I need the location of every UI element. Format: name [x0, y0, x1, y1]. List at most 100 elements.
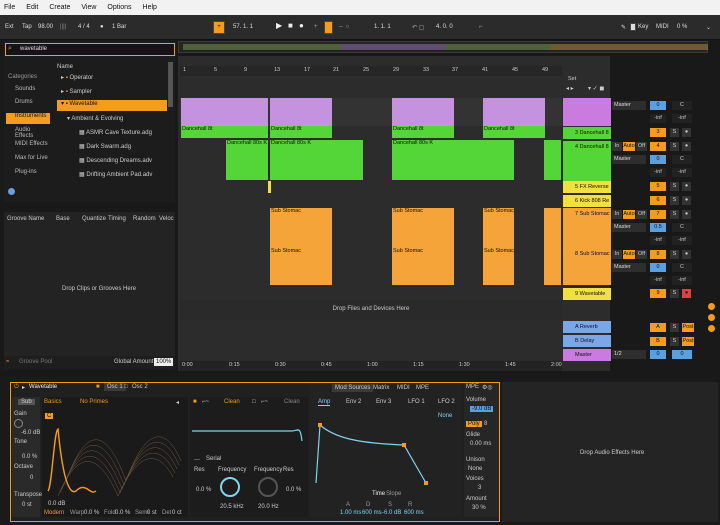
amount-value[interactable]: 30 % [472, 505, 486, 511]
attack-value[interactable]: 1.00 ms [340, 510, 361, 516]
clip-sub-stomac[interactable] [544, 208, 561, 248]
track-header-4[interactable]: 4 Dancehall 8 [563, 141, 611, 181]
session-record-icon[interactable]: ⇔ ○ [338, 24, 349, 30]
cue-volume[interactable]: 0 [672, 350, 692, 359]
tab-midi[interactable]: MIDI [397, 385, 410, 391]
volume-field[interactable]: 0 [650, 155, 666, 164]
post-button[interactable]: Post [682, 337, 694, 346]
sustain-value[interactable]: -6.0 dB [382, 510, 401, 516]
track-activator[interactable]: 7 [650, 210, 666, 219]
clip-dancehall[interactable]: Dancehall 8t [270, 126, 332, 138]
punch-icon[interactable]: ⌐ [479, 24, 483, 30]
arrangement-position-icon[interactable]: + [213, 21, 225, 34]
clip-sub-stomac[interactable]: Sub Stomac [270, 208, 332, 248]
show-io-icon[interactable] [708, 303, 715, 310]
track-header-b-delay[interactable]: B Delay [563, 335, 611, 347]
arm-button[interactable]: ● [682, 128, 691, 137]
transpose-value[interactable]: 0 st [22, 502, 32, 508]
glide-value[interactable]: 0.00 ms [470, 441, 491, 447]
time-signature[interactable]: 4 / 4 [78, 24, 90, 30]
pan-knob[interactable]: C [672, 101, 692, 110]
volume-field[interactable]: -inf [650, 114, 666, 123]
menu-options[interactable]: Options [107, 4, 131, 11]
monitor-auto[interactable]: Auto [623, 142, 635, 151]
pan-knob[interactable]: C [672, 155, 692, 164]
list-item[interactable]: ▦ ASMR Cave Texture.adg [79, 129, 152, 140]
track-activator[interactable]: 6 [650, 196, 666, 205]
clip-sub-stomac[interactable]: Sub Stomac [483, 248, 514, 285]
menu-create[interactable]: Create [49, 4, 70, 11]
show-sends-icon[interactable] [708, 314, 715, 321]
clip-midi[interactable] [392, 98, 454, 126]
solo-button[interactable]: S [670, 142, 679, 151]
track-header-5[interactable]: 5 FX Reverse [563, 181, 611, 193]
clip-dancehall-80s[interactable]: Dancehall 80s K [270, 140, 363, 180]
track-activator[interactable]: 5 [650, 182, 666, 191]
tap-button[interactable]: Tap [22, 24, 32, 30]
list-item[interactable]: ▸ ▪ Operator [61, 74, 93, 85]
arm-button[interactable]: ● [682, 289, 691, 298]
track-number[interactable]: 0 [650, 101, 666, 110]
mpe-toggle[interactable]: MPE [466, 384, 479, 390]
loop-start-field[interactable]: 1. 1. 1 [374, 24, 391, 30]
track-activator[interactable]: 3 [650, 128, 666, 137]
output-select[interactable]: Master [612, 263, 646, 272]
solo-button[interactable]: S [670, 337, 679, 346]
monitor-off[interactable]: Off [636, 250, 647, 259]
device-expand-icon[interactable]: ▸ [22, 384, 25, 391]
tab-amp[interactable]: Amp [318, 399, 331, 406]
clip-midi[interactable] [483, 98, 545, 126]
category-midi-effects[interactable]: MIDI Effects [6, 141, 50, 152]
warp-mode[interactable]: Modern [44, 510, 64, 516]
track-activator[interactable]: 9 [650, 289, 666, 298]
menu-file[interactable]: File [4, 4, 15, 11]
wavetable-category[interactable]: Basics [44, 399, 62, 405]
clip-dancehall-80s[interactable]: Dancehall 80s K [392, 140, 514, 180]
solo-button[interactable]: S [670, 323, 679, 332]
send-field[interactable]: -inf [672, 236, 692, 245]
groove-drop-zone[interactable]: Drop Clips or Grooves Here [62, 286, 136, 292]
fold-value[interactable]: 0.0 % [115, 510, 130, 516]
freq2-knob[interactable] [258, 477, 278, 497]
post-button[interactable]: Post [682, 323, 694, 332]
gain-knob[interactable] [14, 419, 23, 428]
volume-field[interactable]: -inf [650, 168, 666, 177]
solo-button[interactable]: S [670, 210, 679, 219]
play-button[interactable]: ▶ [276, 21, 282, 30]
track-header-3[interactable]: 3 Dancehall 8 [563, 127, 611, 139]
global-amount-field[interactable]: 100% [154, 358, 174, 366]
monitor-in[interactable]: In [612, 250, 622, 259]
tab-mpe[interactable]: MPE [416, 385, 429, 391]
filter-response-display[interactable] [192, 417, 306, 443]
list-item[interactable]: ▦ Drifting Ambient Pad.adv [79, 171, 152, 182]
cue-select[interactable]: 1/2 [612, 350, 646, 359]
arm-button[interactable]: ● [682, 250, 691, 259]
tempo-field[interactable]: 98.00 [38, 24, 53, 30]
detune-value[interactable]: 0 ct [172, 510, 182, 516]
clip-sub-stomac[interactable]: Sub Stomac [483, 208, 514, 248]
decay-value[interactable]: 600 ms [362, 510, 382, 516]
volume-field[interactable]: -inf [650, 236, 666, 245]
category-audio-effects[interactable]: Audio Effects [6, 127, 50, 139]
track-header-6[interactable]: 6 Kick 808 Re [563, 195, 611, 207]
clip-fx-reverse[interactable] [268, 181, 271, 193]
wavetable-select[interactable]: No Primes [80, 399, 108, 405]
clip-dancehall[interactable]: Dancehall 8t [392, 126, 454, 138]
clip-sub-stomac[interactable]: Sub Stomac [392, 248, 454, 285]
poly-voices[interactable]: 8 [484, 421, 487, 427]
device-settings-icon[interactable]: ⚙◎ [482, 384, 493, 391]
clip-sub-stomac[interactable] [544, 248, 561, 285]
pan-knob[interactable]: C [672, 263, 692, 272]
draw-mode-icon[interactable]: ✎ [621, 24, 626, 31]
warp-value[interactable]: 0.0 % [84, 510, 99, 516]
clip-dancehall-80s[interactable]: Dancehall 80s K [226, 140, 268, 180]
monitor-in[interactable]: In [612, 210, 622, 219]
semi-value[interactable]: 0 st [147, 510, 157, 516]
category-drums[interactable]: Drums [6, 99, 50, 110]
solo-button[interactable]: S [670, 196, 679, 205]
locator-nav-icon[interactable]: ◂ ▸ [566, 85, 574, 92]
send-field[interactable]: -inf [672, 276, 692, 285]
loop-icon[interactable]: ↶ ▢ [412, 24, 424, 31]
master-volume[interactable]: 0 [650, 350, 666, 359]
filter-routing[interactable]: Serial [206, 456, 221, 462]
